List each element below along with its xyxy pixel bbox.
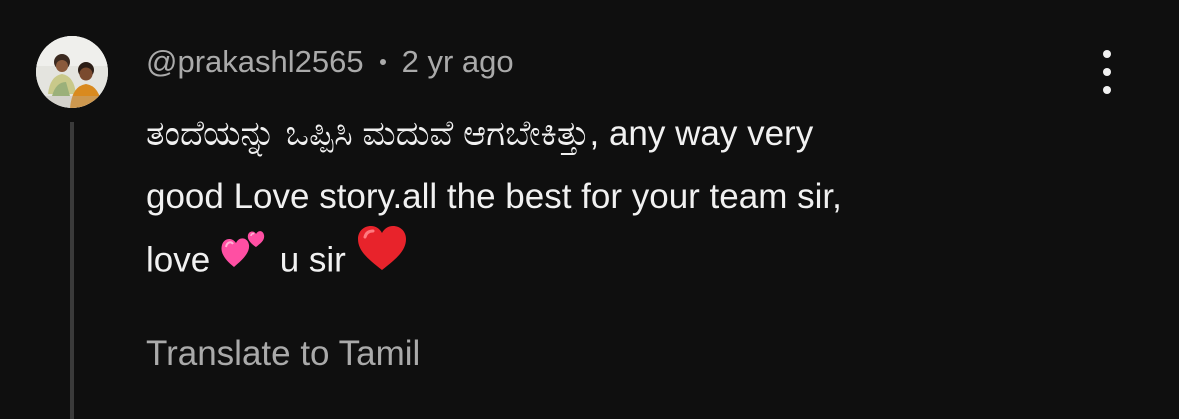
separator-dot	[379, 59, 386, 65]
kebab-menu-icon[interactable]	[1093, 50, 1121, 94]
translate-button[interactable]: Translate to Tamil	[146, 334, 420, 374]
author-name[interactable]: @prakashl2565	[146, 44, 364, 80]
comment-text-fragment: u sir	[279, 240, 346, 280]
two-hearts-icon	[220, 225, 270, 291]
comment-text-fragment: love	[146, 240, 211, 280]
thread-line	[70, 122, 74, 419]
red-heart-icon	[356, 224, 408, 292]
comment-card: @prakashl2565 2 yr ago ತಂದೆಯನ್ನು ಒಪ್ಪಿಸಿ…	[0, 0, 1179, 419]
comment-text-line: ತಂದೆಯನ್ನು ಒಪ್ಪಿಸಿ ಮದುವೆ ಆಗಬೇಕಿತ್ತು, any …	[146, 114, 814, 153]
avatar-photo	[36, 36, 108, 108]
avatar[interactable]	[36, 36, 108, 108]
timestamp: 2 yr ago	[401, 44, 514, 79]
comment-text-line: good Love story.all the best for your te…	[146, 177, 842, 216]
kebab-dot	[1103, 86, 1111, 94]
kebab-dot	[1103, 50, 1111, 58]
comment-text-line: love u sir	[146, 225, 1106, 291]
comment-meta: @prakashl2565 2 yr ago	[146, 42, 514, 82]
kebab-dot	[1103, 68, 1111, 76]
comment-text: ತಂದೆಯನ್ನು ಒಪ್ಪಿಸಿ ಮದುವೆ ಆಗಬೇಕಿತ್ತು, any …	[146, 102, 1106, 291]
